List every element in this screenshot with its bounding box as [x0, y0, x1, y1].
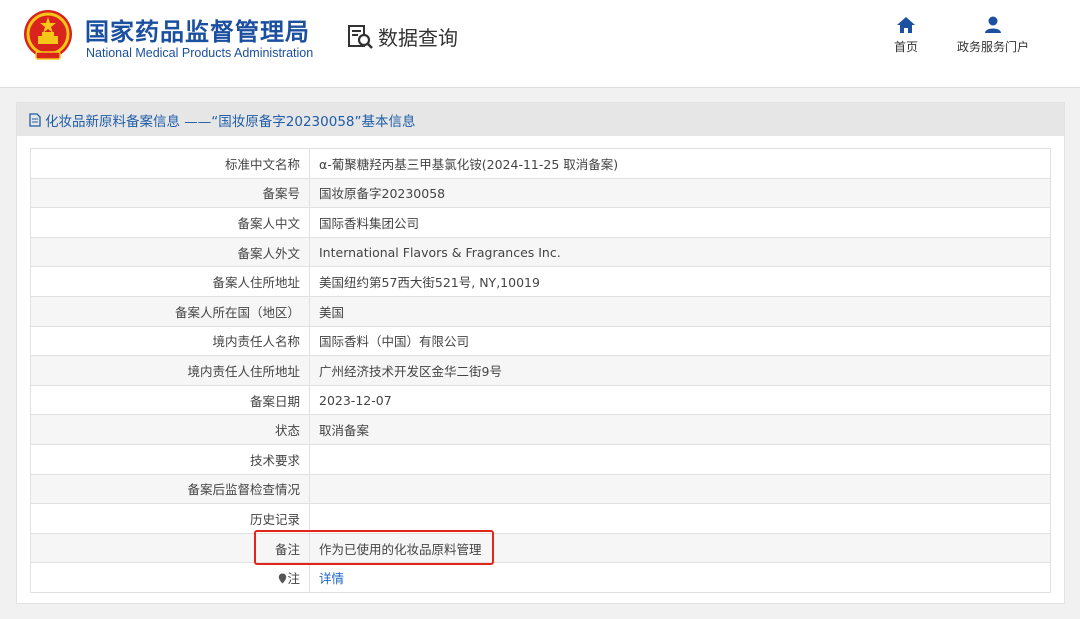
row-value: 美国 — [309, 295, 1051, 327]
table-row: 状态 取消备案 — [30, 414, 1051, 445]
row-value — [309, 443, 1051, 475]
data-query-label: 数据查询 — [378, 26, 458, 50]
row-label: 备案人所在国（地区） — [30, 295, 310, 327]
row-label: 备案日期 — [30, 384, 310, 416]
table-row: 技术要求 — [30, 443, 1051, 475]
table-row: 备案日期 2023-12-07 — [30, 384, 1051, 416]
document-search-icon — [348, 24, 373, 49]
table-row: 注 详情 — [30, 562, 1051, 593]
row-value: 取消备案 — [309, 414, 1051, 445]
row-label: 状态 — [30, 414, 310, 445]
note-label-cell: 注 — [30, 562, 310, 593]
row-label: 技术要求 — [30, 443, 310, 475]
row-value: 国际香料（中国）有限公司 — [309, 325, 1051, 357]
row-label: 标准中文名称 — [30, 148, 310, 179]
row-label: 注 — [287, 571, 300, 587]
record-info-table: 标准中文名称 α-葡聚糖羟丙基三甲基氯化铵(2024-11-25 取消备案) 备… — [30, 148, 1051, 593]
row-value: α-葡聚糖羟丙基三甲基氯化铵(2024-11-25 取消备案) — [309, 148, 1051, 179]
row-label: 备案人外文 — [30, 236, 310, 268]
nav-home[interactable]: 首页 — [886, 16, 926, 55]
nav-service-portal-label: 政务服务门户 — [956, 40, 1029, 54]
note-value-cell: 详情 — [309, 562, 1051, 593]
row-label: 备案人住所地址 — [30, 266, 310, 297]
nav-service-portal[interactable]: 政务服务门户 — [950, 16, 1036, 55]
row-value: International Flavors & Fragrances Inc. — [309, 236, 1051, 268]
table-row: 历史记录 — [30, 503, 1051, 534]
org-name-cn: 国家药品监督管理局 — [85, 18, 310, 46]
row-label: 备案人中文 — [30, 207, 310, 238]
row-value: 作为已使用的化妆品原料管理 — [309, 532, 1051, 564]
row-label: 境内责任人住所地址 — [30, 355, 310, 386]
table-row: 备案号 国妆原备字20230058 — [30, 177, 1051, 209]
row-label: 备注 — [30, 532, 310, 564]
table-row: 备案人外文 International Flavors & Fragrances… — [30, 236, 1051, 268]
table-row: 备案人中文 国际香料集团公司 — [30, 207, 1051, 238]
record-panel: 化妆品新原料备案信息 ——“国妆原备字20230058”基本信息 标准中文名称 … — [16, 102, 1065, 604]
table-row: 境内责任人名称 国际香料（中国）有限公司 — [30, 325, 1051, 357]
home-icon — [897, 17, 915, 33]
row-label: 备案后监督检查情况 — [30, 473, 310, 505]
row-value — [309, 503, 1051, 534]
table-row: 备案人所在国（地区） 美国 — [30, 295, 1051, 327]
panel-header: 化妆品新原料备案信息 ——“国妆原备字20230058”基本信息 — [17, 103, 1064, 136]
table-row: 备注 作为已使用的化妆品原料管理 — [30, 532, 1051, 564]
table-row: 标准中文名称 α-葡聚糖羟丙基三甲基氯化铵(2024-11-25 取消备案) — [30, 148, 1051, 179]
user-icon — [985, 16, 1001, 33]
document-icon — [29, 112, 41, 127]
data-query-link[interactable]: 数据查询 — [346, 22, 458, 51]
table-row: 备案后监督检查情况 — [30, 473, 1051, 505]
details-link[interactable]: 详情 — [319, 571, 344, 586]
org-name-en: National Medical Products Administration — [86, 46, 314, 60]
nav-home-label: 首页 — [893, 40, 918, 54]
table-row: 境内责任人住所地址 广州经济技术开发区金华二街9号 — [30, 355, 1051, 386]
row-label: 境内责任人名称 — [30, 325, 310, 357]
row-value — [309, 473, 1051, 505]
row-label: 备案号 — [30, 177, 310, 209]
row-value: 国际香料集团公司 — [309, 207, 1051, 238]
panel-title: 化妆品新原料备案信息 ——“国妆原备字20230058”基本信息 — [45, 113, 416, 130]
national-emblem-icon — [24, 10, 72, 60]
row-label: 历史记录 — [30, 503, 310, 534]
row-value: 广州经济技术开发区金华二街9号 — [309, 355, 1051, 386]
row-value: 2023-12-07 — [309, 384, 1051, 416]
row-value: 国妆原备字20230058 — [309, 177, 1051, 209]
site-header: 国家药品监督管理局 National Medical Products Admi… — [0, 0, 1080, 88]
row-value: 美国纽约第57西大街521号, NY,10019 — [309, 266, 1051, 297]
table-row: 备案人住所地址 美国纽约第57西大街521号, NY,10019 — [30, 266, 1051, 297]
